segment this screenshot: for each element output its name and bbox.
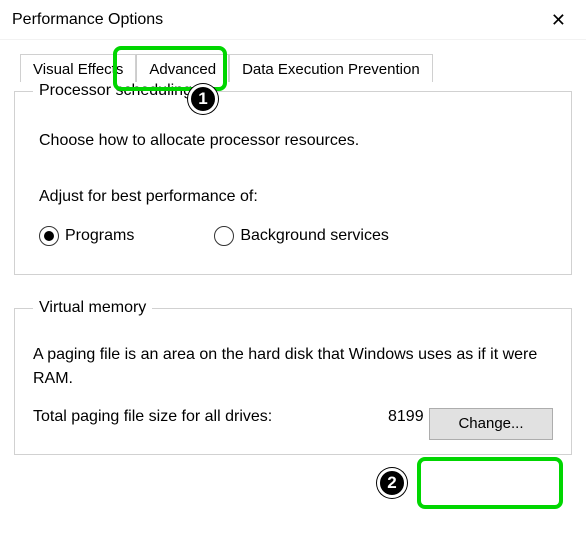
tab-content: Processor scheduling Choose how to alloc… bbox=[0, 82, 586, 469]
radio-icon bbox=[214, 226, 234, 246]
adjust-performance-label: Adjust for best performance of: bbox=[39, 188, 553, 206]
processor-scheduling-legend: Processor scheduling bbox=[33, 82, 198, 100]
tab-visual-effects[interactable]: Visual Effects bbox=[20, 54, 136, 82]
tab-bar: Visual Effects Advanced Data Execution P… bbox=[0, 40, 586, 82]
radio-icon bbox=[39, 226, 59, 246]
tab-dep[interactable]: Data Execution Prevention bbox=[229, 54, 433, 82]
processor-scheduling-description: Choose how to allocate processor resourc… bbox=[39, 130, 553, 152]
titlebar: Performance Options ✕ bbox=[0, 0, 586, 40]
virtual-memory-total-label: Total paging file size for all drives: bbox=[33, 408, 388, 426]
annotation-badge-2: 2 bbox=[377, 468, 407, 498]
change-button[interactable]: Change... bbox=[429, 408, 553, 440]
radio-background-services[interactable]: Background services bbox=[214, 226, 389, 246]
virtual-memory-legend: Virtual memory bbox=[33, 299, 152, 317]
performance-options-window: Performance Options ✕ Visual Effects Adv… bbox=[0, 0, 586, 557]
processor-scheduling-group: Processor scheduling Choose how to alloc… bbox=[14, 82, 572, 275]
radio-programs-label: Programs bbox=[65, 227, 134, 245]
radio-row: Programs Background services bbox=[39, 226, 553, 246]
tab-advanced[interactable]: Advanced bbox=[136, 54, 229, 82]
virtual-memory-group: Virtual memory A paging file is an area … bbox=[14, 299, 572, 454]
radio-programs[interactable]: Programs bbox=[39, 226, 134, 246]
radio-background-label: Background services bbox=[240, 227, 389, 245]
close-icon[interactable]: ✕ bbox=[543, 9, 574, 31]
virtual-memory-description: A paging file is an area on the hard dis… bbox=[33, 343, 553, 389]
window-title: Performance Options bbox=[12, 11, 163, 29]
